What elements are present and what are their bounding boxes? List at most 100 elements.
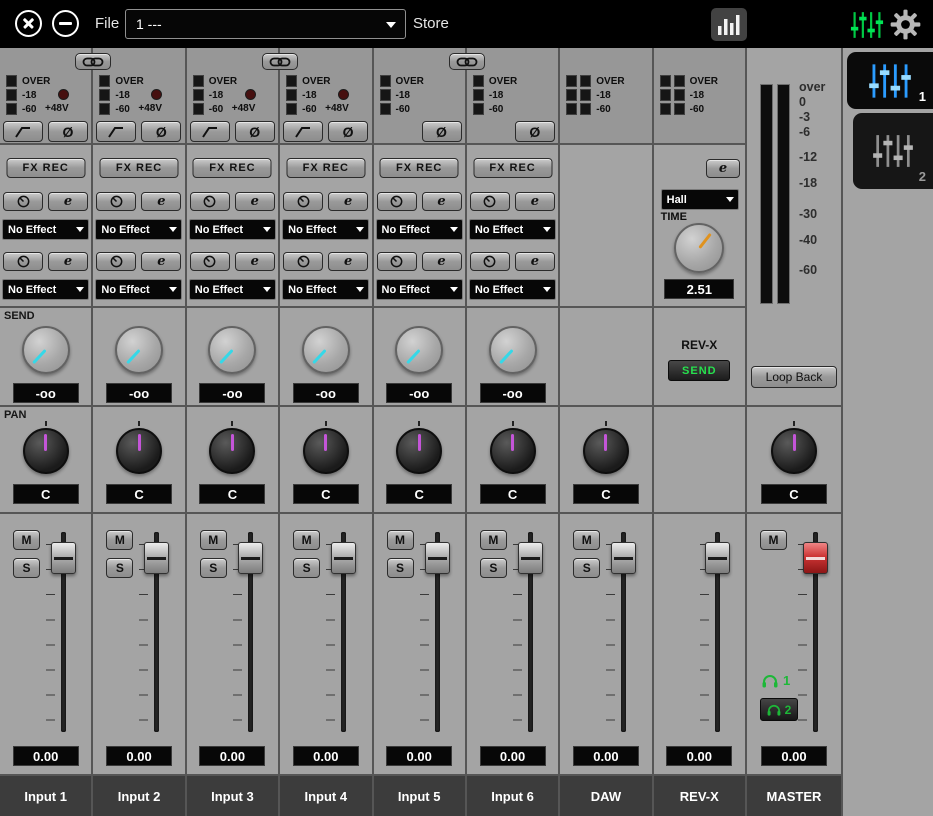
- fx2-select[interactable]: No Effect: [189, 279, 276, 300]
- mute-button[interactable]: M: [387, 530, 414, 550]
- fx1-select[interactable]: No Effect: [376, 219, 463, 240]
- pan-knob[interactable]: [209, 428, 255, 474]
- fx1-edit-button[interactable]: e: [328, 192, 368, 211]
- stereo-link-button-56[interactable]: [449, 53, 485, 70]
- master-pan-knob[interactable]: [771, 428, 817, 474]
- fx-rec-button[interactable]: FX REC: [193, 158, 272, 178]
- fx1-select[interactable]: No Effect: [95, 219, 182, 240]
- pan-knob[interactable]: [303, 428, 349, 474]
- phase-button[interactable]: Ø: [141, 121, 181, 142]
- fader-handle[interactable]: [238, 542, 263, 574]
- fader-handle[interactable]: [518, 542, 543, 574]
- fx1-select[interactable]: No Effect: [469, 219, 556, 240]
- phase-button[interactable]: Ø: [422, 121, 462, 142]
- fx2-knob-button[interactable]: [470, 252, 510, 271]
- solo-button[interactable]: S: [293, 558, 320, 578]
- phase-button[interactable]: Ø: [235, 121, 275, 142]
- fx2-knob-button[interactable]: [96, 252, 136, 271]
- hpf-button[interactable]: [3, 121, 43, 142]
- pan-knob[interactable]: [116, 428, 162, 474]
- pan-knob[interactable]: [490, 428, 536, 474]
- fx2-knob-button[interactable]: [377, 252, 417, 271]
- send-knob[interactable]: [115, 326, 163, 374]
- fx2-select[interactable]: No Effect: [282, 279, 369, 300]
- pan-knob[interactable]: [23, 428, 69, 474]
- mute-button[interactable]: M: [106, 530, 133, 550]
- fx-rec-button[interactable]: FX REC: [286, 158, 365, 178]
- mute-button[interactable]: M: [200, 530, 227, 550]
- fader-handle[interactable]: [51, 542, 76, 574]
- fx1-select[interactable]: No Effect: [189, 219, 276, 240]
- fader-handle[interactable]: [425, 542, 450, 574]
- phones-1-indicator[interactable]: 1: [762, 673, 790, 688]
- fx1-edit-button[interactable]: e: [422, 192, 462, 211]
- phase-button[interactable]: Ø: [48, 121, 88, 142]
- fx2-edit-button[interactable]: e: [48, 252, 88, 271]
- mute-button[interactable]: M: [573, 530, 600, 550]
- fx2-select[interactable]: No Effect: [95, 279, 182, 300]
- fx-rec-button[interactable]: FX REC: [100, 158, 179, 178]
- send-knob[interactable]: [395, 326, 443, 374]
- fader-handle[interactable]: [331, 542, 356, 574]
- phase-button[interactable]: Ø: [515, 121, 555, 142]
- hpf-button[interactable]: [96, 121, 136, 142]
- mixer-view-button[interactable]: [849, 9, 884, 40]
- fx1-edit-button[interactable]: e: [515, 192, 555, 211]
- fx2-knob-button[interactable]: [283, 252, 323, 271]
- fx1-edit-button[interactable]: e: [48, 192, 88, 211]
- revx-send-button[interactable]: SEND: [668, 360, 730, 381]
- fx2-select[interactable]: No Effect: [2, 279, 89, 300]
- fx-rec-button[interactable]: FX REC: [6, 158, 85, 178]
- fx1-select[interactable]: No Effect: [282, 219, 369, 240]
- close-icon[interactable]: [15, 10, 42, 37]
- fx1-edit-button[interactable]: e: [141, 192, 181, 211]
- fader-handle[interactable]: [144, 542, 169, 574]
- reverb-type-select[interactable]: Hall: [661, 189, 739, 210]
- send-knob[interactable]: [208, 326, 256, 374]
- fx2-knob-button[interactable]: [190, 252, 230, 271]
- solo-button[interactable]: S: [13, 558, 40, 578]
- tab-mixer-1[interactable]: 1: [847, 52, 933, 109]
- mute-button[interactable]: M: [480, 530, 507, 550]
- stereo-link-button-34[interactable]: [262, 53, 298, 70]
- tab-mixer-2[interactable]: 2: [853, 113, 933, 189]
- fx2-select[interactable]: No Effect: [376, 279, 463, 300]
- fx1-select[interactable]: No Effect: [2, 219, 89, 240]
- fx1-knob-button[interactable]: [96, 192, 136, 211]
- fx2-edit-button[interactable]: e: [141, 252, 181, 271]
- fx2-select[interactable]: No Effect: [469, 279, 556, 300]
- store-button[interactable]: Store: [413, 15, 449, 32]
- master-mute-button[interactable]: M: [760, 530, 787, 550]
- pan-knob[interactable]: [583, 428, 629, 474]
- solo-button[interactable]: S: [480, 558, 507, 578]
- fx2-edit-button[interactable]: e: [328, 252, 368, 271]
- fx2-knob-button[interactable]: [3, 252, 43, 271]
- fx-rec-button[interactable]: FX REC: [380, 158, 459, 178]
- fx-rec-button[interactable]: FX REC: [473, 158, 552, 178]
- stereo-link-button-12[interactable]: [75, 53, 111, 70]
- hpf-button[interactable]: [190, 121, 230, 142]
- reverb-time-knob[interactable]: [674, 223, 724, 273]
- settings-button[interactable]: [889, 9, 922, 40]
- fx1-edit-button[interactable]: e: [235, 192, 275, 211]
- mute-button[interactable]: M: [293, 530, 320, 550]
- preset-select[interactable]: 1 ---: [125, 9, 406, 39]
- reverb-edit-button[interactable]: e: [706, 159, 740, 178]
- solo-button[interactable]: S: [200, 558, 227, 578]
- fx1-knob-button[interactable]: [470, 192, 510, 211]
- send-knob[interactable]: [489, 326, 537, 374]
- loop-back-button[interactable]: Loop Back: [751, 366, 837, 388]
- solo-button[interactable]: S: [106, 558, 133, 578]
- fx2-edit-button[interactable]: e: [422, 252, 462, 271]
- solo-button[interactable]: S: [387, 558, 414, 578]
- fx1-knob-button[interactable]: [190, 192, 230, 211]
- mute-button[interactable]: M: [13, 530, 40, 550]
- fx1-knob-button[interactable]: [377, 192, 417, 211]
- pan-knob[interactable]: [396, 428, 442, 474]
- minimize-icon[interactable]: [52, 10, 79, 37]
- send-knob[interactable]: [302, 326, 350, 374]
- fader-handle[interactable]: [611, 542, 636, 574]
- fx2-edit-button[interactable]: e: [515, 252, 555, 271]
- fx1-knob-button[interactable]: [3, 192, 43, 211]
- solo-button[interactable]: S: [573, 558, 600, 578]
